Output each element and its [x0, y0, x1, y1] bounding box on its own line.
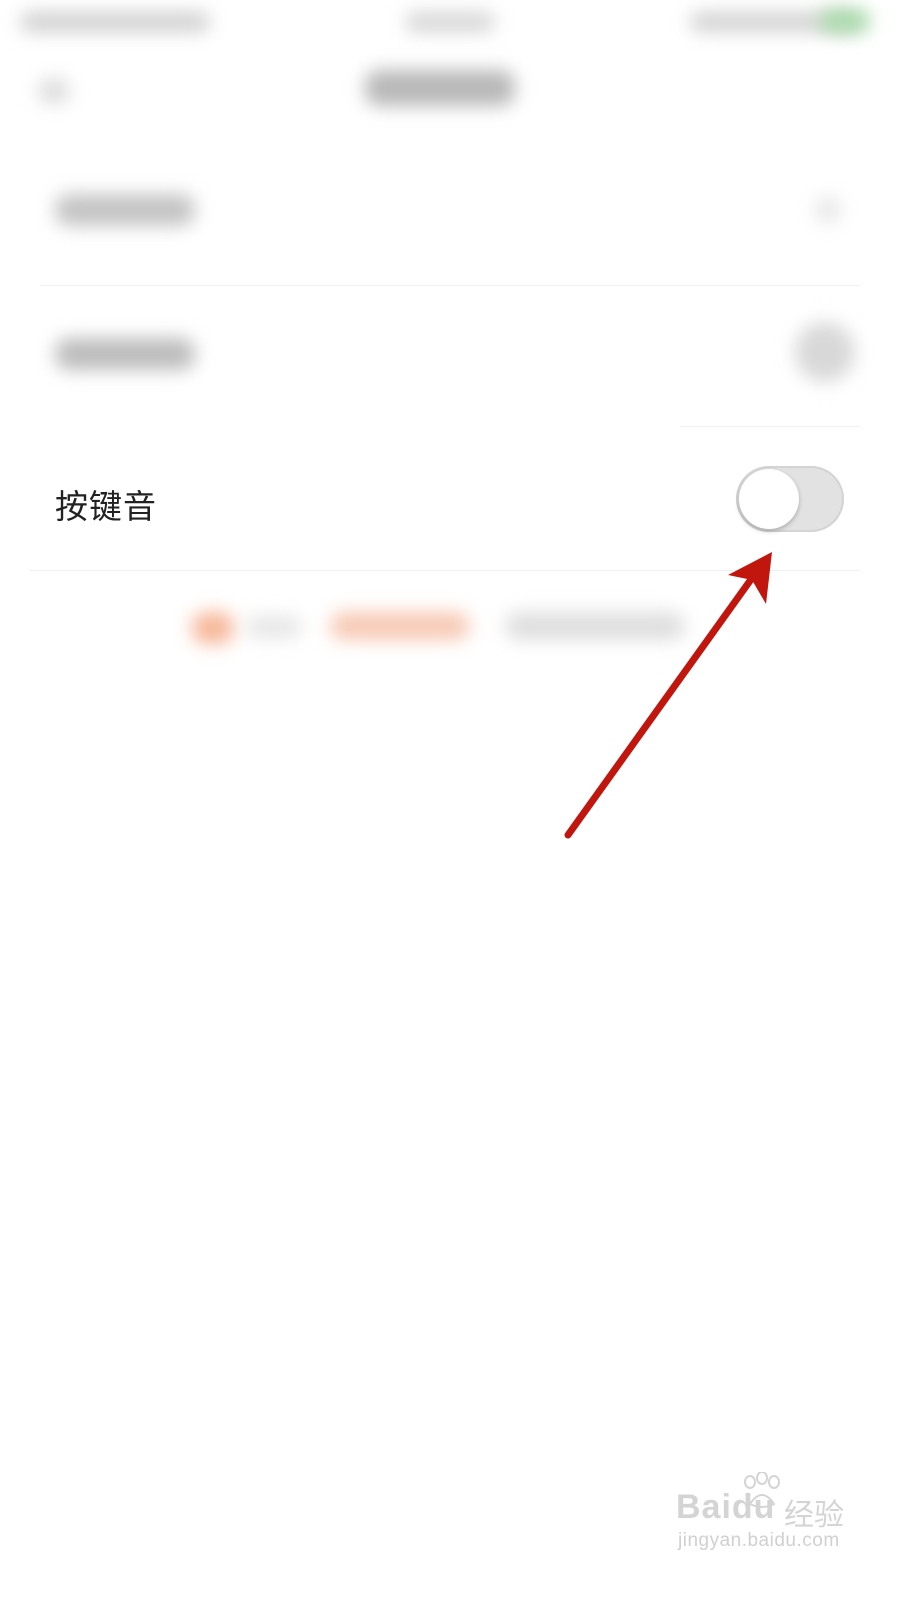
- promo-icon-blurred: [192, 612, 234, 644]
- status-bar-center-blurred: [405, 12, 495, 32]
- annotation-arrow-icon: [564, 552, 772, 839]
- watermark-url: jingyan.baidu.com: [678, 1530, 840, 1551]
- divider: [680, 426, 860, 427]
- watermark-product: 经验: [784, 1498, 844, 1533]
- settings-screen: 按键音 Baidu 经验 jingyan.baidu.com: [0, 0, 900, 1600]
- promo-text-blurred: [505, 612, 685, 640]
- status-bar-time-blurred: [20, 12, 210, 32]
- promo-link-blurred[interactable]: [330, 612, 470, 640]
- page-title-blurred: [365, 70, 515, 106]
- toggle-knob[interactable]: [739, 469, 799, 529]
- key-sound-label: 按键音: [55, 487, 157, 526]
- setting-row-1-label-blurred[interactable]: [55, 194, 195, 226]
- paw-icon: [744, 1472, 780, 1508]
- divider: [30, 570, 860, 571]
- promo-text-blurred: [246, 616, 302, 638]
- battery-icon: [820, 10, 870, 32]
- chevron-right-icon: [815, 196, 841, 224]
- baidu-jingyan-watermark: Baidu 经验 jingyan.baidu.com: [676, 1472, 876, 1562]
- divider: [40, 285, 860, 286]
- key-sound-toggle[interactable]: [736, 466, 844, 532]
- back-icon[interactable]: [38, 78, 70, 104]
- setting-row-2-control-blurred[interactable]: [795, 322, 855, 382]
- setting-row-2-label-blurred[interactable]: [55, 338, 195, 370]
- setting-row-key-sound: 按键音: [0, 430, 900, 570]
